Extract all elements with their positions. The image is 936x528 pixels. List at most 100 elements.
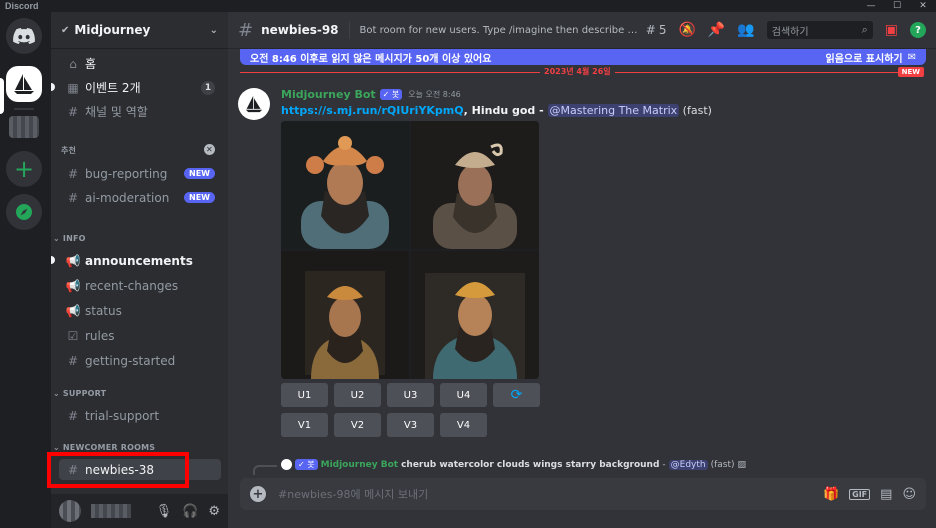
sidebar-item-label: 홈 — [85, 57, 97, 71]
user-mention[interactable]: @Mastering The Matrix — [547, 104, 680, 117]
reply-preview[interactable]: ✓ 봇 Midjourney Bot cherub watercolor clo… — [253, 459, 933, 475]
generated-image-4[interactable] — [411, 251, 539, 379]
reroll-button[interactable]: ⟳ — [493, 383, 540, 407]
threads-button[interactable]: # 5 — [646, 23, 667, 37]
avatar[interactable] — [59, 500, 81, 522]
reply-author[interactable]: Midjourney Bot — [321, 460, 398, 470]
emoji-icon[interactable]: ☺ — [902, 487, 916, 502]
explore-button[interactable] — [6, 194, 42, 230]
server-midjourney[interactable] — [6, 66, 42, 102]
category-newcomer-rooms[interactable]: ⌄ NEWCOMER ROOMS — [53, 443, 223, 452]
sticker-icon[interactable]: ▤ — [880, 487, 892, 502]
category-support[interactable]: ⌄ SUPPORT — [53, 389, 223, 398]
inbox-icon[interactable]: ▣ — [885, 22, 898, 38]
message-author[interactable]: Midjourney Bot — [281, 88, 376, 101]
search-input[interactable]: 검색하기 ⌕ — [766, 21, 873, 39]
server-header[interactable]: ✔ Midjourney ⌄ — [51, 12, 228, 49]
gear-icon[interactable]: ⚙ — [208, 504, 220, 519]
variation-2-button[interactable]: V2 — [334, 413, 381, 437]
message-content: https://s.mj.run/rQIUriYKpmQ, Hindu god … — [281, 104, 911, 117]
avatar[interactable] — [238, 88, 270, 120]
user-mention[interactable]: @Edyth — [668, 459, 708, 470]
sidebar-item-trial-support[interactable]: # trial-support — [59, 405, 221, 426]
sidebar-item-announcements[interactable]: 📢 announcements — [59, 250, 221, 271]
window-title: Discord — [5, 1, 39, 11]
pin-icon[interactable]: 📌 — [708, 22, 725, 38]
variation-1-button[interactable]: V1 — [281, 413, 328, 437]
home-icon: ⌂ — [69, 56, 77, 71]
sidebar-item-events[interactable]: ▦ 이벤트 2개 1 — [59, 77, 221, 98]
image-icon: ▨ — [737, 459, 747, 470]
sidebar-item-rules[interactable]: ☑ rules — [59, 325, 221, 346]
server-rail: + — [0, 12, 51, 528]
generated-image-1[interactable] — [281, 121, 409, 249]
sidebar-item-home[interactable]: ⌂ 홈 — [59, 53, 221, 74]
close-icon[interactable]: ✕ — [204, 144, 215, 155]
search-icon: ⌕ — [861, 23, 868, 36]
sidebar-item-getting-started[interactable]: # getting-started — [59, 350, 221, 371]
upscale-3-button[interactable]: U3 — [387, 383, 434, 407]
channel-topic[interactable]: Bot room for new users. Type /imagine th… — [360, 25, 640, 36]
new-messages-bar[interactable]: 오전 8:46 이후로 읽지 않은 메시지가 50개 이상 있어요 읽음으로 표… — [240, 49, 926, 65]
new-messages-text: 오전 8:46 이후로 읽지 않은 메시지가 50개 이상 있어요 — [250, 53, 492, 65]
attach-plus-icon[interactable]: + — [250, 486, 266, 502]
hash-icon: # — [67, 166, 79, 181]
sidebar-item-label: getting-started — [85, 353, 176, 368]
sidebar-item-ai-moderation[interactable]: # ai-moderation NEW — [59, 187, 221, 208]
bot-tag: ✓ 봇 — [379, 89, 403, 100]
reply-text: cherub watercolor clouds wings starry ba… — [401, 459, 660, 470]
unread-indicator — [51, 83, 55, 91]
variation-3-button[interactable]: V3 — [387, 413, 434, 437]
variation-4-button[interactable]: V4 — [440, 413, 487, 437]
upscale-4-button[interactable]: U4 — [440, 383, 487, 407]
username-blurred[interactable] — [91, 504, 131, 518]
hash-icon: # — [67, 190, 79, 205]
message-input[interactable]: #newbies-98에 메시지 보내기 — [278, 486, 428, 502]
category-label: NEWCOMER ROOMS — [62, 443, 156, 452]
checkbox-icon: ☑ — [67, 328, 79, 343]
sidebar-item-label: ai-moderation — [85, 190, 170, 205]
action-buttons: U1 U2 U3 U4 ⟳ V1 V2 V3 V4 — [281, 383, 911, 437]
microphone-icon[interactable]: 🎙 — [156, 504, 173, 519]
upscale-1-button[interactable]: U1 — [281, 383, 328, 407]
mark-as-read-button[interactable]: 읽음으로 표시하기 — [826, 50, 903, 65]
image-grid[interactable] — [281, 121, 539, 379]
gift-icon[interactable]: 🎁 — [823, 487, 839, 502]
upscale-2-button[interactable]: U2 — [334, 383, 381, 407]
discord-logo-icon — [13, 28, 35, 44]
calendar-icon: ▦ — [67, 80, 79, 95]
maximize-button[interactable]: ☐ — [884, 0, 910, 12]
rail-divider — [14, 108, 34, 110]
mute-bell-icon[interactable]: 🔕 — [678, 22, 695, 38]
member-list-icon[interactable]: 👥 — [737, 22, 754, 38]
sidebar-item-recent-changes[interactable]: 📢 recent-changes — [59, 275, 221, 296]
minimize-button[interactable]: — — [858, 0, 884, 12]
sidebar-item-label: 채널 및 역할 — [85, 105, 148, 119]
search-placeholder: 검색하기 — [771, 26, 809, 38]
server-blurred[interactable] — [9, 116, 39, 138]
chat-area: # newbies-98 Bot room for new users. Typ… — [228, 12, 936, 528]
megaphone-icon: 📢 — [65, 303, 81, 318]
headphones-icon[interactable]: 🎧 — [182, 504, 198, 519]
category-info[interactable]: ⌄ INFO — [53, 234, 223, 243]
generated-image-3[interactable] — [281, 251, 409, 379]
selected-server-pill — [0, 78, 4, 114]
sidebar-item-status[interactable]: 📢 status — [59, 300, 221, 321]
reply-separator: - — [662, 459, 666, 470]
sidebar-item-channels-roles[interactable]: # 채널 및 역할 — [59, 101, 221, 122]
sidebar-item-label: announcements — [85, 253, 193, 268]
home-button[interactable] — [6, 18, 42, 54]
message-composer[interactable]: + #newbies-98에 메시지 보내기 🎁 GIF ▤ ☺ — [240, 478, 926, 510]
plus-icon: + — [13, 155, 35, 183]
generated-image-2[interactable] — [411, 121, 539, 249]
message-link[interactable]: https://s.mj.run/rQIUriYKpmQ — [281, 104, 464, 117]
sailboat-icon — [245, 95, 263, 113]
close-button[interactable]: ✕ — [910, 0, 936, 12]
sidebar-item-bug-reporting[interactable]: # bug-reporting NEW — [59, 163, 221, 184]
gif-icon[interactable]: GIF — [849, 488, 871, 500]
threads-count: 5 — [658, 23, 667, 37]
help-icon[interactable]: ? — [910, 22, 926, 38]
add-server-button[interactable]: + — [6, 151, 42, 187]
sidebar-item-label: bug-reporting — [85, 166, 168, 181]
sidebar-item-label: 이벤트 2개 — [85, 81, 141, 95]
